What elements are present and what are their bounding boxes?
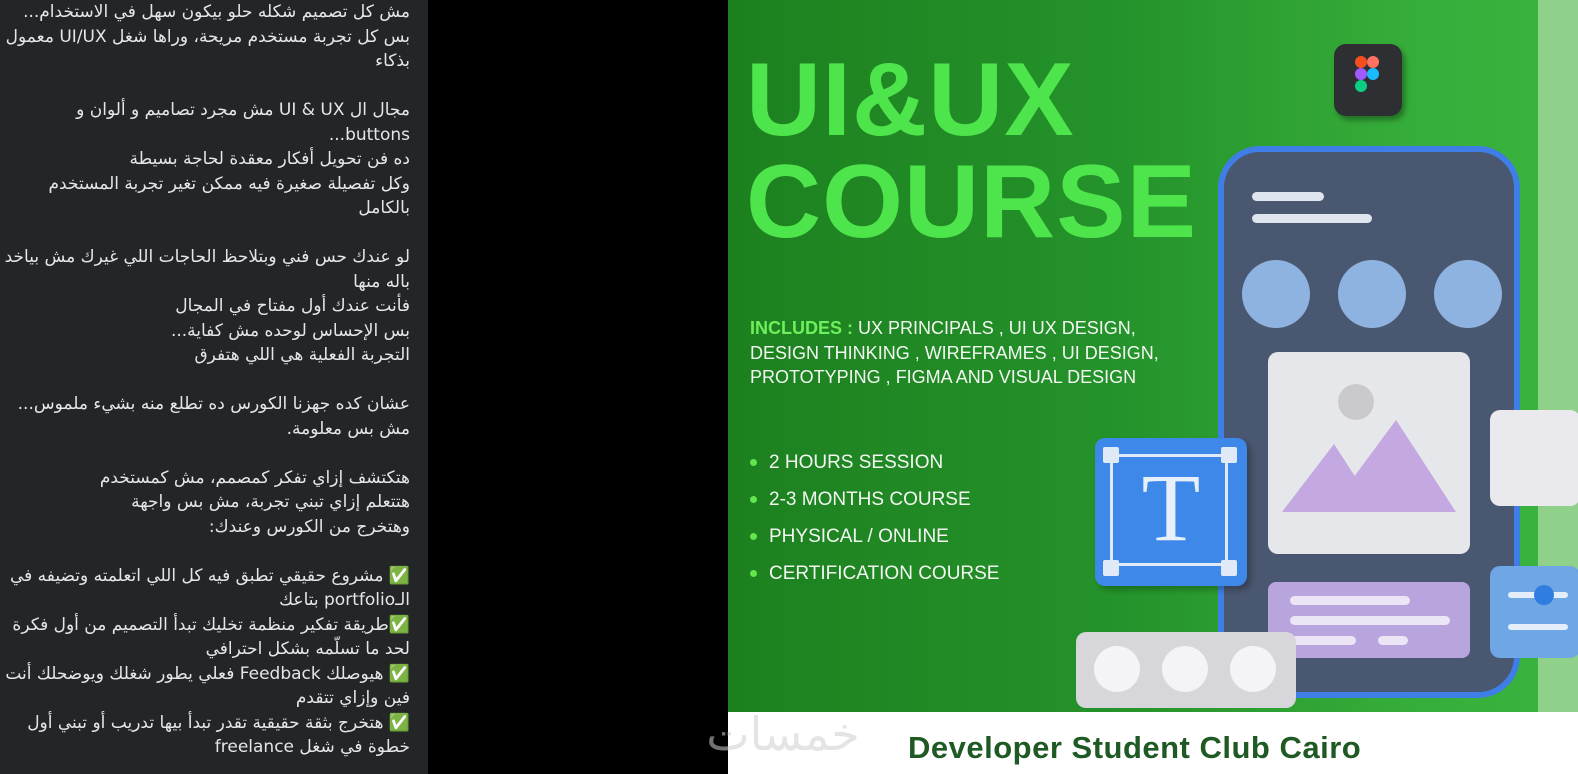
text-tool-icon: T (1095, 438, 1247, 586)
dots-bar-illustration (1076, 632, 1296, 708)
side-card-illustration (1490, 410, 1578, 506)
feature-label: PHYSICAL / ONLINE (769, 525, 949, 547)
feature-label: CERTIFICATION COURSE (769, 562, 1000, 584)
card-text-line (1378, 636, 1408, 645)
resize-handle (1221, 560, 1237, 576)
text-tool-glyph: T (1141, 454, 1201, 561)
figma-icon (1334, 44, 1402, 116)
includes-paragraph: INCLUDES : UX PRINCIPALS , UI UX DESIGN,… (750, 316, 1190, 390)
text-block-card (1268, 582, 1470, 658)
khamsat-watermark: خمسات (706, 707, 860, 761)
includes-label: INCLUDES : (750, 318, 853, 338)
poster-title-line-1: UI&UX (746, 42, 1075, 158)
bullet-icon (750, 570, 757, 577)
dot-icon (1094, 646, 1140, 692)
image-placeholder-card (1268, 352, 1470, 554)
poster-title-line-2: COURSE (746, 144, 1197, 260)
card-text-line (1290, 636, 1356, 645)
post-text-panel: مش كل تصميم شكله حلو بيكون سهل في الاستخ… (0, 0, 428, 774)
feature-label: 2 HOURS SESSION (769, 451, 944, 473)
phone-text-line (1252, 214, 1372, 223)
dot-icon (1162, 646, 1208, 692)
feature-item: PHYSICAL / ONLINE (750, 518, 999, 555)
post-body-text: مش كل تصميم شكله حلو بيكون سهل في الاستخ… (4, 2, 410, 757)
slider-card-illustration (1490, 566, 1578, 658)
feature-item: 2-3 MONTHS COURSE (750, 481, 999, 518)
bullet-icon (750, 496, 757, 503)
club-name: Developer Student Club Cairo (908, 730, 1362, 765)
feature-label: 2-3 MONTHS COURSE (769, 488, 971, 510)
resize-handle (1103, 560, 1119, 576)
dot-icon (1230, 646, 1276, 692)
phone-text-line (1252, 192, 1324, 201)
bullet-icon (750, 459, 757, 466)
feature-item: 2 HOURS SESSION (750, 444, 999, 481)
slider-knob (1534, 585, 1554, 605)
card-text-line (1290, 596, 1410, 605)
phone-circle-icon (1338, 260, 1406, 328)
phone-circle-icon (1434, 260, 1502, 328)
feature-item: CERTIFICATION COURSE (750, 555, 999, 592)
feature-list: 2 HOURS SESSION 2-3 MONTHS COURSE PHYSIC… (750, 444, 999, 592)
card-text-line (1290, 616, 1450, 625)
mountain-icon (1282, 420, 1456, 512)
bullet-icon (750, 533, 757, 540)
phone-circle-icon (1242, 260, 1310, 328)
course-poster-image: UI&UX COURSE INCLUDES : UX PRINCIPALS , … (728, 0, 1578, 774)
slider-track (1508, 624, 1568, 630)
media-viewer-background (428, 0, 728, 774)
